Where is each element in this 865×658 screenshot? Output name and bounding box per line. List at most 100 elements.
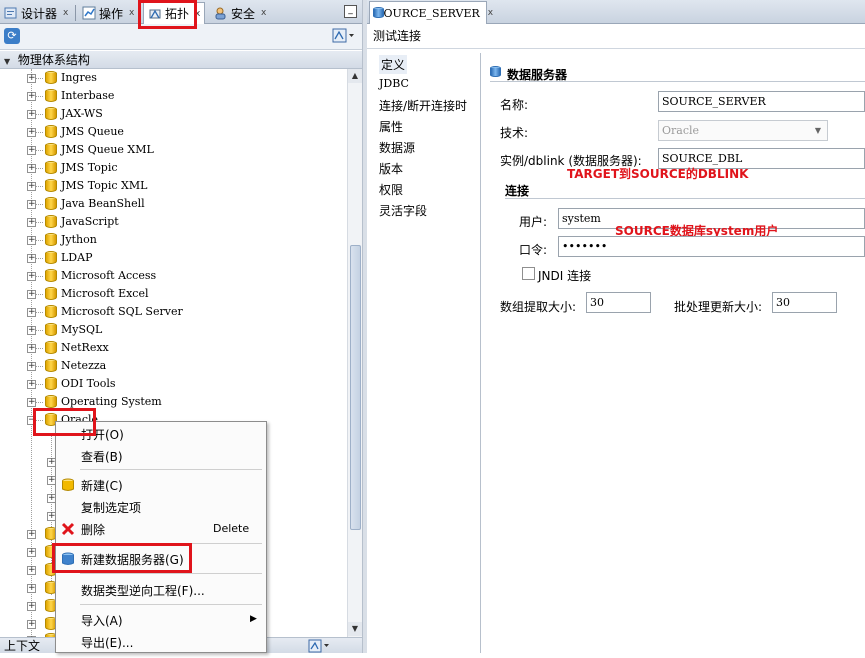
tree-node[interactable]: + Netezza: [0, 357, 340, 375]
physical-architecture-header[interactable]: ▼ 物理体系结构: [0, 51, 362, 69]
tree-node[interactable]: + JAX-WS: [0, 105, 340, 123]
password-field[interactable]: •••••••: [558, 236, 865, 257]
expand-icon[interactable]: +: [27, 290, 36, 299]
jndi-checkbox[interactable]: [522, 267, 535, 280]
expand-icon[interactable]: +: [27, 308, 36, 317]
tree-node[interactable]: + Jython: [0, 231, 340, 249]
tab-topology[interactable]: 拓扑 x: [143, 2, 206, 24]
collapse-icon[interactable]: −: [27, 416, 36, 425]
tree-node[interactable]: + Microsoft Access: [0, 267, 340, 285]
close-icon[interactable]: x: [129, 8, 134, 18]
name-label: 名称:: [500, 98, 529, 112]
tree-node[interactable]: + Ingres: [0, 69, 340, 87]
expand-icon[interactable]: +: [27, 584, 36, 593]
name-field[interactable]: SOURCE_SERVER: [658, 91, 865, 112]
batch-update-size-field[interactable]: 30: [772, 292, 837, 313]
nav-item-privileges[interactable]: 权限: [379, 181, 403, 198]
menu-item-duplicate[interactable]: 复制选定项: [56, 496, 266, 518]
tree-node-label: JMS Topic: [61, 161, 118, 174]
technology-folder-icon: [45, 197, 57, 211]
tab-designer[interactable]: 设计器 x: [0, 2, 72, 24]
tab-operations[interactable]: 操作 x: [78, 2, 138, 24]
close-icon[interactable]: x: [195, 9, 200, 19]
technology-folder-icon: [45, 377, 57, 391]
tree-node[interactable]: + JavaScript: [0, 213, 340, 231]
scrollbar-thumb[interactable]: [350, 245, 361, 530]
expand-icon[interactable]: +: [27, 254, 36, 263]
menu-item-new-label: 新建(C): [81, 479, 123, 493]
expand-icon[interactable]: +: [27, 566, 36, 575]
tree-node[interactable]: + LDAP: [0, 249, 340, 267]
refresh-icon[interactable]: ⟳: [4, 28, 20, 44]
test-connection-button[interactable]: 测试连接: [373, 27, 421, 44]
nav-item-flexfields[interactable]: 灵活字段: [379, 202, 427, 219]
expand-icon[interactable]: +: [27, 380, 36, 389]
expand-icon[interactable]: +: [27, 146, 36, 155]
user-label: 用户:: [519, 215, 548, 229]
expand-icon[interactable]: +: [27, 398, 36, 407]
expand-icon[interactable]: +: [27, 236, 36, 245]
tree-scrollbar[interactable]: ▲ ▼: [347, 69, 362, 637]
menu-item-open[interactable]: 打开(O): [56, 423, 266, 445]
menu-item-export-label: 导出(E)...: [81, 636, 134, 650]
nav-item-definition[interactable]: 定义: [379, 55, 408, 74]
expand-icon[interactable]: +: [27, 164, 36, 173]
expand-icon[interactable]: +: [27, 344, 36, 353]
expand-icon[interactable]: +: [27, 548, 36, 557]
menu-item-delete[interactable]: 删除 Delete: [56, 518, 266, 540]
expand-icon[interactable]: +: [27, 74, 36, 83]
menu-item-reverse-engineer[interactable]: 数据类型逆向工程(F)...: [56, 579, 266, 601]
expand-icon[interactable]: +: [27, 200, 36, 209]
expand-icon[interactable]: +: [27, 326, 36, 335]
expand-icon[interactable]: +: [27, 218, 36, 227]
tree-node[interactable]: + ODI Tools: [0, 375, 340, 393]
nav-item-on-connect[interactable]: 连接/断开连接时: [379, 97, 467, 114]
tree-node[interactable]: + JMS Queue: [0, 123, 340, 141]
tree-node[interactable]: + Microsoft Excel: [0, 285, 340, 303]
tree-node[interactable]: + MySQL: [0, 321, 340, 339]
tree-node[interactable]: + JMS Topic XML: [0, 177, 340, 195]
nav-item-version[interactable]: 版本: [379, 160, 403, 177]
tree-node-label: Microsoft SQL Server: [61, 305, 183, 318]
expand-icon[interactable]: +: [27, 182, 36, 191]
tree-node[interactable]: + NetRexx: [0, 339, 340, 357]
tab-source-server-label: SOURCE_SERVER: [376, 6, 480, 20]
technology-folder-icon: [45, 251, 57, 265]
expand-icon[interactable]: +: [27, 362, 36, 371]
expand-icon[interactable]: +: [27, 92, 36, 101]
expand-icon[interactable]: +: [27, 602, 36, 611]
scroll-up-arrow-icon[interactable]: ▲: [348, 69, 362, 83]
expand-icon[interactable]: +: [27, 272, 36, 281]
tree-node[interactable]: + JMS Topic: [0, 159, 340, 177]
tree-node-label: JAX-WS: [61, 107, 103, 120]
tab-separator: [140, 5, 141, 21]
toolbar-menu-icon[interactable]: [332, 28, 356, 44]
nav-item-datasources[interactable]: 数据源: [379, 139, 415, 156]
expand-icon[interactable]: +: [27, 128, 36, 137]
menu-item-view[interactable]: 查看(B): [56, 445, 266, 467]
array-fetch-size-field[interactable]: 30: [586, 292, 651, 313]
nav-item-properties[interactable]: 属性: [379, 118, 403, 135]
tree-node[interactable]: + JMS Queue XML: [0, 141, 340, 159]
close-icon[interactable]: x: [261, 8, 266, 18]
menu-item-export[interactable]: 导出(E)...: [56, 631, 266, 653]
tree-node[interactable]: + Operating System: [0, 393, 340, 411]
tree-node[interactable]: + Microsoft SQL Server: [0, 303, 340, 321]
minimize-button[interactable]: _: [344, 5, 357, 18]
tab-security[interactable]: 安全 x: [210, 2, 270, 24]
toolbar-menu-icon[interactable]: [308, 639, 332, 658]
menu-item-new-data-server[interactable]: 新建数据服务器(G): [56, 548, 266, 570]
tab-source-server[interactable]: SOURCE_SERVER x: [369, 1, 493, 24]
menu-item-new[interactable]: 新建(C): [56, 474, 266, 496]
tree-node[interactable]: + Java BeanShell: [0, 195, 340, 213]
expand-icon[interactable]: +: [27, 620, 36, 629]
close-icon[interactable]: x: [488, 8, 493, 18]
expand-icon[interactable]: +: [27, 110, 36, 119]
close-icon[interactable]: x: [63, 8, 68, 18]
tree-node[interactable]: + Interbase: [0, 87, 340, 105]
designer-icon: [4, 6, 18, 20]
nav-item-jdbc[interactable]: JDBC: [379, 77, 409, 90]
scroll-down-arrow-icon[interactable]: ▼: [348, 622, 362, 636]
menu-item-import[interactable]: 导入(A) ▶: [56, 609, 266, 631]
expand-icon[interactable]: +: [27, 530, 36, 539]
